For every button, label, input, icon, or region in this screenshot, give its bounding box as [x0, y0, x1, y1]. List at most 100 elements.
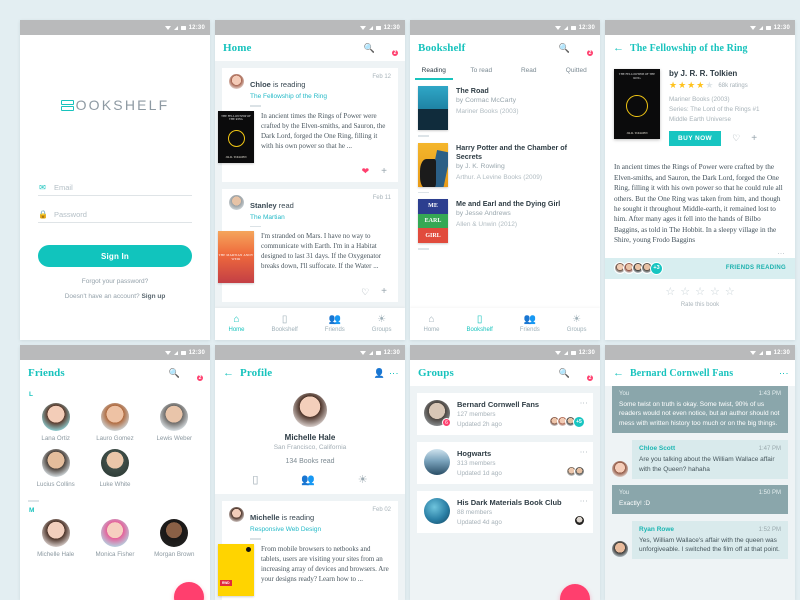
tab-to-read[interactable]: To read: [458, 61, 506, 80]
friend-item[interactable]: Michelle Hale: [26, 518, 85, 558]
book-cover[interactable]: ME EARL GIRL: [418, 199, 448, 244]
nav-groups[interactable]: ☀ Groups: [372, 315, 392, 334]
rate-star-icon[interactable]: ☆: [695, 286, 705, 298]
overflow-menu-icon[interactable]: ⋮: [579, 497, 588, 505]
sign-in-button[interactable]: Sign In: [38, 245, 192, 267]
friend-name: Luke White: [99, 481, 131, 488]
bookshelf-list: The Road by Cormac McCarty Mariner Books…: [410, 80, 600, 340]
rate-star-icon[interactable]: ☆: [710, 286, 720, 298]
message-time: 1:52 PM: [758, 526, 781, 533]
friends-tab-icon[interactable]: 👥: [301, 473, 315, 486]
nav-friends[interactable]: 👥 Friends: [325, 315, 345, 334]
password-input[interactable]: [54, 210, 192, 219]
back-icon[interactable]: ←: [223, 367, 234, 379]
tab-read[interactable]: Read: [505, 61, 553, 80]
search-icon[interactable]: 🔍: [559, 368, 570, 378]
book-row[interactable]: The Road by Cormac McCarty Mariner Books…: [410, 80, 600, 130]
group-item[interactable]: 6 Bernard Cornwell Fans 127 members Upda…: [417, 393, 593, 435]
like-icon[interactable]: ❤: [362, 167, 370, 176]
add-icon[interactable]: +: [381, 287, 387, 297]
group-item[interactable]: His Dark Materials Book Club 88 members …: [417, 491, 593, 533]
login-form: OOKSHELF ✉ 🔒 Sign In Forgot your passwor…: [20, 35, 210, 314]
book-cover[interactable]: [418, 142, 448, 187]
status-bar: 12:30: [215, 345, 405, 360]
book-cover[interactable]: [418, 86, 448, 130]
nav-bookshelf[interactable]: ▯ Bookshelf: [466, 315, 493, 334]
favorite-icon[interactable]: ♡: [732, 134, 740, 143]
buy-now-button[interactable]: BUY NOW: [669, 131, 722, 147]
book-title: The Road: [456, 86, 489, 95]
book-cover[interactable]: RWD: [218, 543, 254, 596]
add-friend-fab[interactable]: [174, 582, 204, 600]
rate-star-icon[interactable]: ☆: [725, 286, 735, 298]
search-icon[interactable]: 🔍: [169, 368, 180, 378]
books-tab-icon[interactable]: ▯: [252, 473, 258, 486]
friend-item[interactable]: Lauro Gomez: [85, 403, 144, 442]
overflow-menu-icon[interactable]: ⋮: [579, 448, 588, 456]
expand-description-icon[interactable]: …: [605, 247, 795, 258]
rate-stars[interactable]: ☆ ☆ ☆ ☆ ☆: [605, 286, 795, 298]
tab-reading[interactable]: Reading: [410, 61, 458, 80]
search-icon[interactable]: 🔍: [559, 43, 570, 53]
nav-label: Bookshelf: [466, 327, 493, 333]
divider: [250, 225, 261, 227]
add-friend-icon[interactable]: 👤: [373, 368, 384, 378]
nav-bookshelf[interactable]: ▯ Bookshelf: [271, 315, 297, 334]
tab-quitted[interactable]: Quitted: [553, 61, 601, 80]
nav-home[interactable]: ⌂ Home: [228, 315, 244, 334]
friend-item[interactable]: Lewis Weber: [145, 403, 204, 442]
email-input[interactable]: [54, 183, 192, 192]
back-icon[interactable]: ←: [613, 367, 624, 379]
book-cover[interactable]: THE FELLOWSHIP OF THE RING J.R.R. TOLKIE…: [218, 110, 254, 163]
avatar: [100, 403, 129, 431]
overflow-menu-icon[interactable]: ⋮: [779, 369, 789, 378]
friends-reading-bar[interactable]: +3 FRIENDS READING: [605, 257, 795, 279]
post-book-title[interactable]: Responsive Web Design: [250, 526, 321, 533]
avatar[interactable]: [293, 393, 327, 427]
overflow-menu-icon[interactable]: ⋮: [389, 369, 399, 378]
back-icon[interactable]: ←: [613, 42, 624, 54]
nav-home[interactable]: ⌂ Home: [423, 315, 439, 334]
add-icon[interactable]: +: [751, 133, 757, 144]
signal-icon: [368, 350, 373, 355]
battery-icon: [570, 350, 576, 355]
feed-post[interactable]: Michelle is reading Responsive Web Desig…: [218, 501, 398, 600]
overflow-menu-icon[interactable]: ⋮: [579, 399, 588, 407]
post-user-line: Michelle is reading: [250, 513, 314, 522]
create-group-fab[interactable]: [560, 584, 590, 600]
post-book-title[interactable]: The Fellowship of the Ring: [250, 93, 327, 100]
friend-item[interactable]: Monica Fisher: [85, 518, 144, 558]
book-row[interactable]: Harry Potter and the Chamber of Secrets …: [410, 136, 600, 187]
profile-avatar-button[interactable]: 2: [186, 365, 204, 382]
friend-item[interactable]: Luke White: [85, 449, 144, 488]
chat-tab-icon[interactable]: ☀: [358, 473, 368, 486]
friend-item[interactable]: Morgan Brown: [145, 518, 204, 558]
nav-label: Groups: [566, 327, 587, 333]
post-book-title[interactable]: The Martian: [250, 214, 294, 221]
profile-avatar-button[interactable]: 2: [576, 365, 594, 382]
book-cover[interactable]: THE MARTIAN ANDY WEIR: [218, 231, 254, 283]
screen-groups: 12:30 Groups 🔍 2 6 Bernard Cornwell Fans…: [410, 345, 600, 600]
friend-item[interactable]: Lucius Collins: [26, 449, 85, 488]
screen-home: 12:30 Home 🔍 2 Chloe is reading The Fell…: [215, 20, 405, 340]
group-item[interactable]: Hogwarts 313 members Updated 1d ago ⋮: [417, 442, 593, 484]
message-sender: You: [619, 391, 630, 397]
member-avatar-stack: +5: [549, 416, 585, 428]
nav-groups[interactable]: ☀ Groups: [566, 315, 587, 334]
profile-avatar-button[interactable]: 2: [576, 40, 594, 57]
profile-avatar-button[interactable]: 2: [381, 40, 399, 57]
add-icon[interactable]: +: [381, 166, 387, 177]
book-cover[interactable]: THE FELLOWSHIP OF THE RING J.R.R. TOLKIE…: [614, 69, 660, 139]
friend-item[interactable]: Lana Ortiz: [26, 403, 85, 442]
like-icon[interactable]: ♡: [361, 287, 369, 297]
notification-badge: 2: [391, 49, 399, 57]
sign-up-link[interactable]: Sign up: [141, 293, 165, 300]
rate-star-icon[interactable]: ☆: [665, 286, 675, 298]
rate-star-icon[interactable]: ☆: [680, 286, 690, 298]
nav-friends[interactable]: 👥 Friends: [520, 315, 540, 334]
search-icon[interactable]: 🔍: [364, 43, 375, 53]
forgot-password-link[interactable]: Forgot your password?: [38, 278, 192, 285]
feed-post[interactable]: Stanley read The Martian Feb 11 THE MART…: [218, 188, 398, 302]
feed-post[interactable]: Chloe is reading The Fellowship of the R…: [218, 68, 398, 182]
book-row[interactable]: ME EARL GIRL Me and Earl and the Dying Gir…: [410, 193, 600, 244]
